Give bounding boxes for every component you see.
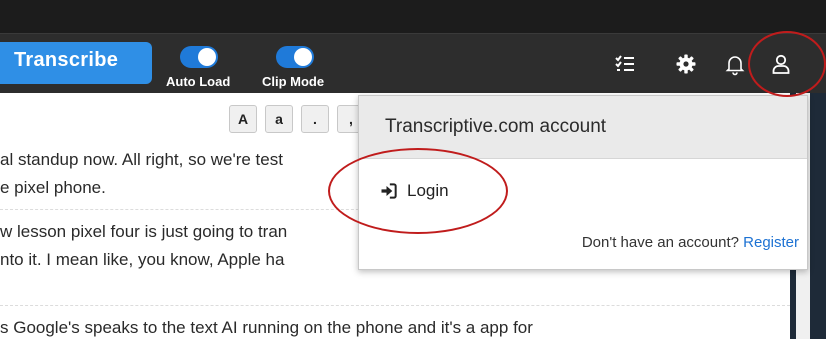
- period-button[interactable]: .: [301, 105, 329, 133]
- clip-mode-toggle[interactable]: Clip Mode: [262, 42, 324, 92]
- clip-mode-toggle-knob: [294, 48, 312, 66]
- paragraph-divider: [0, 305, 790, 306]
- bell-icon[interactable]: [723, 52, 747, 76]
- account-dropdown-title: Transcriptive.com account: [385, 116, 607, 137]
- auto-load-toggle-knob: [198, 48, 216, 66]
- auto-load-toggle[interactable]: Auto Load: [166, 42, 230, 92]
- list-check-icon[interactable]: [613, 52, 637, 76]
- clip-mode-label: Clip Mode: [262, 74, 325, 89]
- transcript-line[interactable]: s Google's speaks to the text AI running…: [0, 318, 533, 338]
- auto-load-label: Auto Load: [166, 74, 231, 89]
- transcribe-button[interactable]: Transcribe: [0, 42, 152, 84]
- account-dropdown-header: Transcriptive.com account: [359, 96, 807, 159]
- gear-icon[interactable]: [674, 52, 698, 76]
- window-top-strip: [0, 0, 826, 33]
- register-prompt: Don't have an account? Register: [582, 234, 799, 251]
- transcript-line[interactable]: e pixel phone.: [0, 178, 106, 198]
- sign-in-icon: [381, 183, 397, 199]
- clip-mode-toggle-track: [276, 46, 314, 68]
- transcript-line[interactable]: w lesson pixel four is just going to tra…: [0, 222, 287, 242]
- transcript-line[interactable]: al standup now. All right, so we're test: [0, 150, 283, 170]
- login-menu-item[interactable]: Login: [379, 179, 449, 203]
- login-label: Login: [407, 181, 449, 200]
- auto-load-toggle-track: [180, 46, 218, 68]
- register-link[interactable]: Register: [743, 234, 799, 251]
- user-icon[interactable]: [769, 52, 793, 76]
- account-dropdown: Transcriptive.com account Login Don't ha…: [358, 95, 808, 270]
- transcript-line[interactable]: nto it. I mean like, you know, Apple ha: [0, 250, 284, 270]
- toolbar: Transcribe Auto Load Clip Mode: [0, 33, 826, 94]
- no-account-text: Don't have an account?: [581, 234, 739, 251]
- uppercase-button[interactable]: A: [229, 105, 257, 133]
- lowercase-button[interactable]: a: [265, 105, 293, 133]
